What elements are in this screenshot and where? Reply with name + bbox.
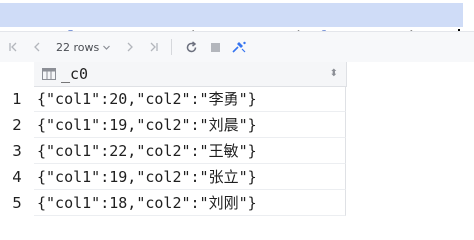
rows-count-label: 22 rows bbox=[56, 40, 100, 54]
table-cell[interactable]: {"col1":19,"col2":"张立"} bbox=[34, 164, 346, 190]
prev-page-button[interactable] bbox=[26, 36, 48, 58]
page-size-select[interactable]: 22 rows bbox=[56, 41, 111, 54]
first-page-icon bbox=[9, 42, 17, 52]
toolbar-separator bbox=[171, 39, 173, 55]
stop-button[interactable] bbox=[204, 36, 226, 58]
table-row[interactable]: 2 {"col1":19,"col2":"刘晨"} bbox=[0, 112, 346, 138]
table-cell[interactable]: {"col1":20,"col2":"李勇"} bbox=[34, 86, 346, 112]
next-page-icon bbox=[127, 42, 134, 52]
table-row[interactable]: 3 {"col1":22,"col2":"王敏"} bbox=[0, 138, 346, 164]
row-number: 3 bbox=[12, 142, 22, 160]
results-toolbar: 22 rows bbox=[0, 31, 474, 63]
pin-tab-button[interactable] bbox=[228, 36, 250, 58]
table-row[interactable]: 4 {"col1":19,"col2":"张立"} bbox=[0, 164, 346, 190]
sql-query-line[interactable]: select struct(age, name) from student; bbox=[0, 3, 464, 49]
row-number: 5 bbox=[12, 194, 22, 212]
row-number: 4 bbox=[12, 168, 22, 186]
row-number: 1 bbox=[12, 90, 22, 108]
last-page-icon bbox=[150, 42, 158, 52]
last-page-button[interactable] bbox=[143, 36, 165, 58]
next-page-button[interactable] bbox=[119, 36, 141, 58]
column-table-icon bbox=[42, 68, 56, 80]
sql-editor[interactable]: select struct(age, name) from student; bbox=[0, 0, 474, 49]
table-cell[interactable]: {"col1":18,"col2":"刘刚"} bbox=[34, 190, 346, 216]
row-number: 2 bbox=[12, 116, 22, 134]
refresh-button[interactable] bbox=[180, 36, 202, 58]
column-header-label: _c0 bbox=[61, 65, 89, 83]
sort-icon[interactable]: ⬍ bbox=[330, 68, 338, 79]
pin-icon bbox=[232, 41, 246, 53]
table-cell[interactable]: {"col1":22,"col2":"王敏"} bbox=[34, 138, 346, 164]
column-header-c0[interactable]: _c0 ⬍ bbox=[34, 62, 347, 87]
refresh-icon bbox=[186, 40, 196, 52]
table-row[interactable]: 1 {"col1":20,"col2":"李勇"} bbox=[0, 86, 346, 112]
table-cell[interactable]: {"col1":19,"col2":"刘晨"} bbox=[34, 112, 346, 138]
table-row[interactable]: 5 {"col1":18,"col2":"刘刚"} bbox=[0, 190, 346, 216]
first-page-button[interactable] bbox=[2, 36, 24, 58]
chevron-down-icon bbox=[103, 45, 111, 50]
stop-icon bbox=[210, 42, 220, 52]
prev-page-icon bbox=[34, 42, 40, 52]
results-grid: _c0 ⬍ 1 {"col1":20,"col2":"李勇"} 2 {"col1… bbox=[0, 62, 474, 216]
